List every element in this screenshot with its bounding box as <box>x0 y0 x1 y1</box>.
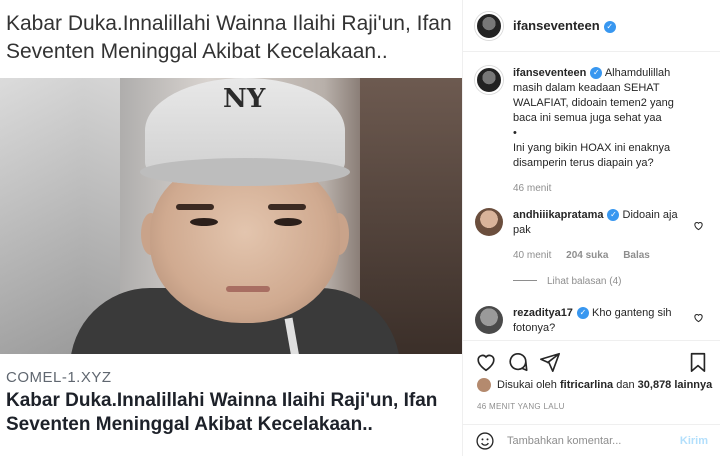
share-icon[interactable] <box>539 351 561 373</box>
verified-icon: ✓ <box>603 21 616 33</box>
comments-list: ifanseventeen ✓ Alhamdulillah masih dalam… <box>463 58 720 340</box>
cap-brim <box>140 158 350 186</box>
eye-right <box>274 218 302 226</box>
likes-count[interactable]: 30,878 lainnya <box>638 379 713 391</box>
photo: NY <box>0 78 462 354</box>
comment-avatar[interactable] <box>475 306 503 334</box>
post-comment-button[interactable]: Kirim <box>680 435 708 447</box>
heart-icon[interactable] <box>475 351 497 373</box>
comment-time[interactable]: 40 menit <box>513 250 551 261</box>
likes-prefix: Disukai oleh <box>497 379 557 391</box>
verified-icon: ✓ <box>576 307 589 319</box>
reply-button[interactable]: Balas <box>623 250 650 261</box>
brow-right <box>268 204 306 210</box>
post-image: Kabar Duka.Innalillahi Wainna Ilaihi Raj… <box>0 0 463 456</box>
caption-username[interactable]: ifanseventeen <box>513 67 586 79</box>
verified-icon: ✓ <box>607 209 620 221</box>
likes-mid: dan <box>616 379 635 391</box>
emoji-icon[interactable] <box>475 431 495 451</box>
link-domain: COMEL-1.XYZ <box>6 369 112 386</box>
header-username[interactable]: ifanseventeen ✓ <box>513 18 616 33</box>
caption-time[interactable]: 46 menit <box>513 183 551 194</box>
add-comment-bar: Kirim <box>463 424 720 456</box>
liker-avatar[interactable] <box>477 378 491 392</box>
headline-top: Kabar Duka.Innalillahi Wainna Ilaihi Raj… <box>6 12 452 63</box>
action-bar <box>463 340 720 380</box>
comment-heart-icon[interactable] <box>693 312 704 323</box>
caption-avatar[interactable] <box>475 66 503 94</box>
comment-username[interactable]: rezaditya17 <box>513 307 573 319</box>
comment-meta: 40 menit 204 suka Balas <box>513 248 693 263</box>
comment-body: rezaditya17 ✓ Kho ganteng sih fotonya? <box>513 306 693 336</box>
comment-avatar[interactable] <box>475 208 503 236</box>
caption-body: ifanseventeen ✓ Alhamdulillah masih dalam… <box>513 66 693 196</box>
comment-icon[interactable] <box>507 351 529 373</box>
comment-input[interactable] <box>507 434 680 447</box>
cap-logo: NY <box>223 84 266 114</box>
liker-username[interactable]: fitricarlina <box>560 379 613 391</box>
avatar[interactable] <box>475 11 503 40</box>
likes-line: Disukai oleh fitricarlina dan 30,878 lai… <box>477 378 712 392</box>
bookmark-icon[interactable] <box>687 351 709 373</box>
mouth <box>226 286 270 292</box>
eye-left <box>190 218 218 226</box>
comment-item: rezaditya17 ✓ Kho ganteng sih fotonya? <box>475 306 715 336</box>
comment-likes[interactable]: 204 suka <box>566 250 608 261</box>
comment-username[interactable]: andhiiikapratama <box>513 209 603 221</box>
view-replies-link[interactable]: Lihat balasan (4) <box>513 276 622 287</box>
comment-heart-icon[interactable] <box>693 220 704 231</box>
verified-icon: ✓ <box>590 67 603 79</box>
post-timestamp[interactable]: 46 MENIT YANG LALU <box>477 402 565 411</box>
headline-bottom: Kabar Duka.Innalillahi Wainna Ilaihi Raj… <box>6 390 438 435</box>
comment-item: andhiiikapratama ✓ Didoain aja pak 40 men… <box>475 208 715 263</box>
caption-bullet: • <box>513 127 517 139</box>
side-panel: ifanseventeen ✓ ifanseventeen ✓ Alhamdulil… <box>463 0 720 456</box>
comment-body: andhiiikapratama ✓ Didoain aja pak 40 men… <box>513 208 693 263</box>
replies-line <box>513 280 537 281</box>
brow-left <box>176 204 214 210</box>
caption: ifanseventeen ✓ Alhamdulillah masih dalam… <box>475 66 715 196</box>
caption-meta: 46 menit <box>513 181 693 196</box>
post-header: ifanseventeen ✓ <box>463 0 720 52</box>
caption-text-2: Ini yang bikin HOAX ini enaknya disamper… <box>513 142 671 169</box>
